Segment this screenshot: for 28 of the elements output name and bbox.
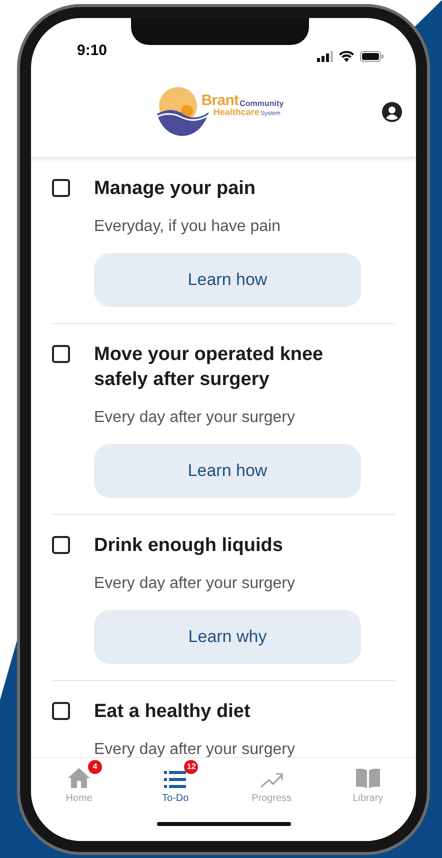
book-icon xyxy=(356,768,380,788)
trend-icon xyxy=(260,772,284,788)
task-title: Move your operated knee safely after surgery xyxy=(94,343,324,392)
learn-button[interactable]: Learn how xyxy=(94,253,361,307)
task-schedule: Every day after your surgery xyxy=(94,740,296,757)
task-title: Drink enough liquids xyxy=(94,534,284,558)
checkbox[interactable] xyxy=(52,702,70,720)
task-schedule: Every day after your surgery xyxy=(94,574,296,594)
task-schedule: Everyday, if you have pain xyxy=(94,217,282,237)
status-time: 9:10 xyxy=(77,40,108,60)
task-title: Manage your pain xyxy=(94,177,257,201)
badge: 12 xyxy=(184,760,198,774)
signal-icon xyxy=(317,51,333,62)
tab-todo[interactable]: 12 To-Do xyxy=(127,758,224,814)
checkbox[interactable] xyxy=(52,179,70,197)
house-icon xyxy=(68,768,90,788)
task-title: Eat a healthy diet xyxy=(94,700,252,724)
wifi-icon xyxy=(339,51,354,62)
task-schedule: Every day after your surgery xyxy=(94,408,296,428)
learn-button[interactable]: Learn how xyxy=(94,444,361,498)
badge: 4 xyxy=(88,760,102,774)
tab-home[interactable]: 4 Home xyxy=(31,758,128,814)
checkbox[interactable] xyxy=(52,536,70,554)
list-icon xyxy=(164,770,186,788)
checkbox[interactable] xyxy=(52,345,70,363)
battery-icon xyxy=(360,51,384,62)
profile-icon[interactable] xyxy=(382,102,402,122)
learn-button[interactable]: Learn why xyxy=(94,610,361,664)
